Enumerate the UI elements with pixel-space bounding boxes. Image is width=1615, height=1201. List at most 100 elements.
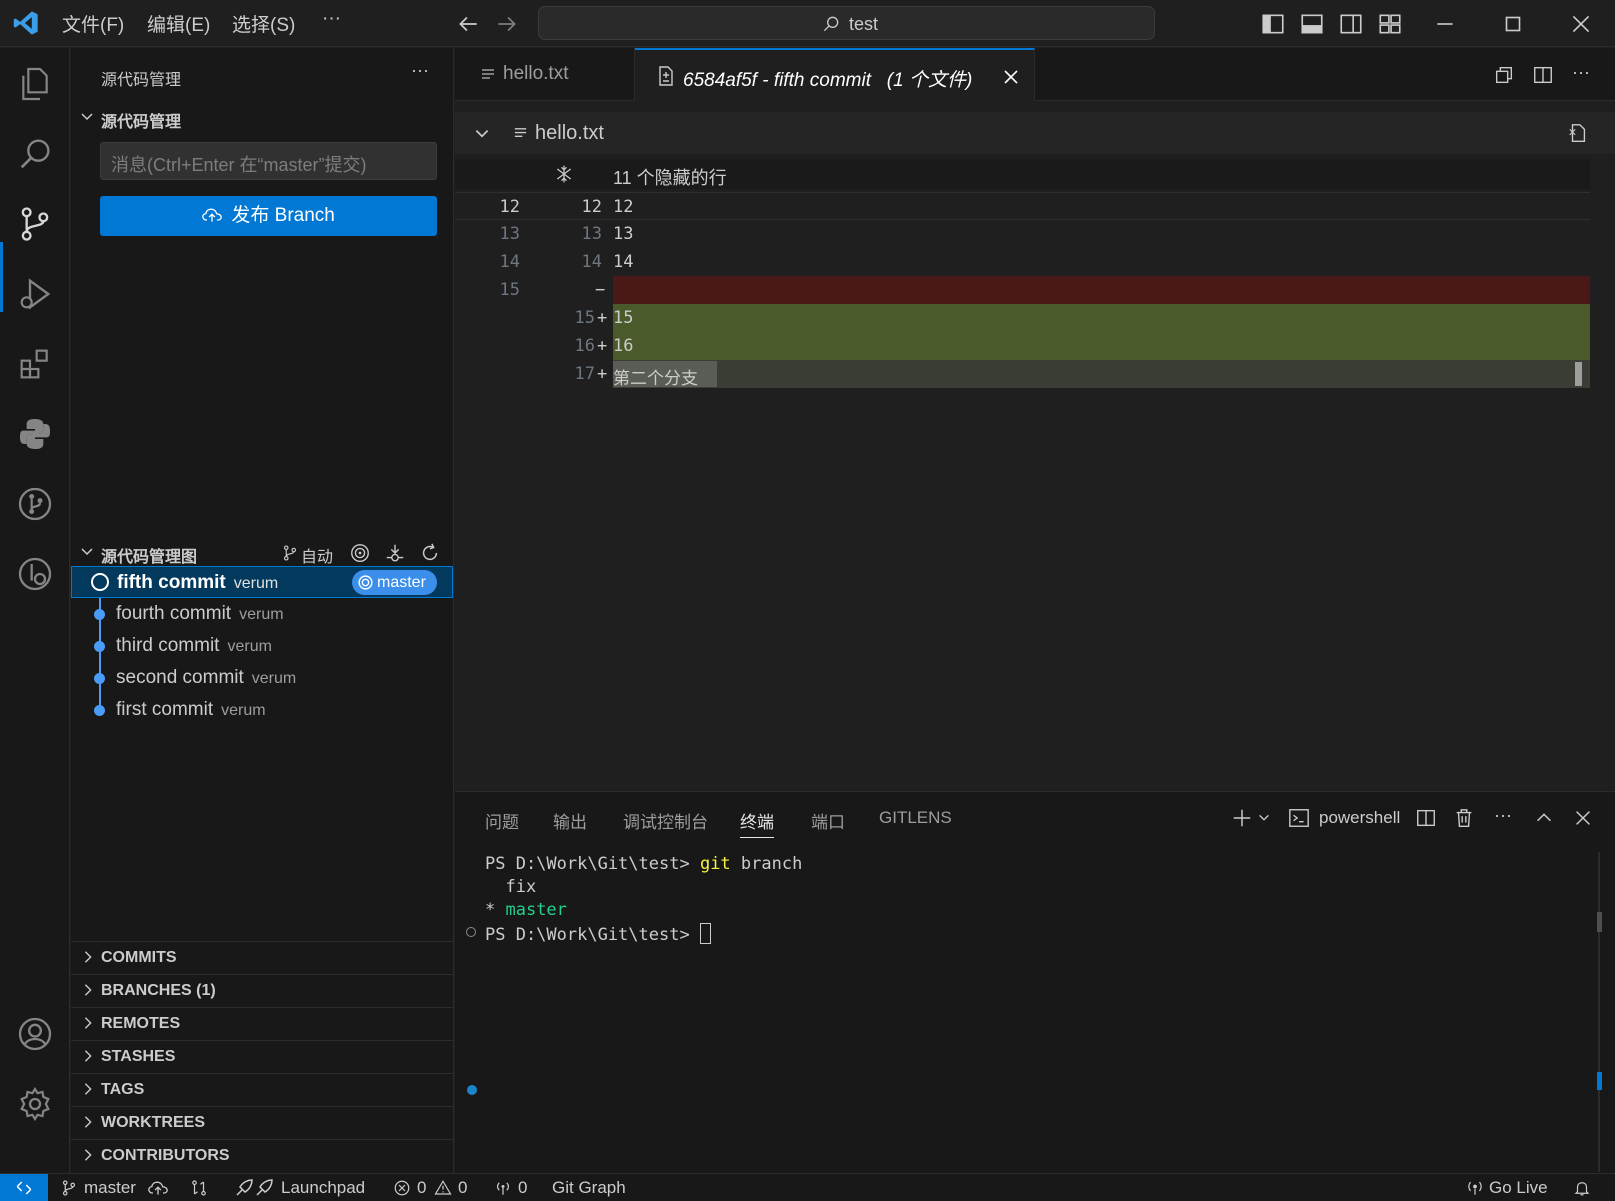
graph-auto-toggle[interactable]: 自动 bbox=[301, 543, 333, 567]
toggle-panel-icon[interactable] bbox=[1299, 11, 1325, 37]
unfold-icon bbox=[556, 165, 572, 183]
back-arrow-icon[interactable] bbox=[455, 11, 481, 37]
added-line-highlight bbox=[613, 332, 1590, 360]
line-number-left: 14 bbox=[499, 252, 520, 272]
gitlens-section-branches[interactable]: BRANCHES (1) bbox=[71, 974, 453, 1006]
graph-commit-row[interactable]: first commit verum bbox=[71, 694, 453, 726]
maximize-icon[interactable] bbox=[1500, 11, 1526, 37]
diff-file-header[interactable]: hello.txt bbox=[455, 112, 1615, 154]
status-git-graph[interactable]: Git Graph bbox=[552, 1178, 626, 1198]
graph-commit-row[interactable]: fourth commit verum bbox=[71, 598, 453, 630]
tab-hello-txt[interactable]: hello.txt bbox=[455, 48, 635, 101]
menu-more[interactable]: ··· bbox=[322, 8, 341, 30]
search-view-icon[interactable] bbox=[15, 134, 55, 174]
tab-terminal[interactable]: 终端 bbox=[740, 808, 774, 838]
gitlens-section-commits[interactable]: COMMITS bbox=[71, 941, 453, 973]
gitlens-section-remotes[interactable]: REMOTES bbox=[71, 1007, 453, 1039]
status-go-live[interactable]: Go Live bbox=[1489, 1178, 1548, 1198]
target-icon bbox=[358, 575, 373, 590]
gitlens-icon[interactable] bbox=[15, 554, 55, 594]
close-window-icon[interactable] bbox=[1568, 11, 1594, 37]
tab-ports[interactable]: 端口 bbox=[811, 808, 845, 833]
customize-layout-icon[interactable] bbox=[1377, 11, 1403, 37]
gitlens-section-stashes[interactable]: STASHES bbox=[71, 1040, 453, 1072]
menu-edit[interactable]: 编辑(E) bbox=[147, 10, 210, 37]
tab-debug-console[interactable]: 调试控制台 bbox=[623, 808, 708, 833]
forward-arrow-icon[interactable] bbox=[494, 11, 520, 37]
tab-gitlens[interactable]: GITLENS bbox=[879, 808, 952, 828]
gitlens-section-worktrees[interactable]: WORKTREES bbox=[71, 1106, 453, 1138]
chevron-down-icon bbox=[81, 113, 93, 121]
panel-more-actions-icon[interactable]: ··· bbox=[1494, 805, 1512, 826]
split-terminal-icon[interactable] bbox=[1415, 807, 1437, 829]
editor-more-actions-icon[interactable]: ··· bbox=[1572, 62, 1590, 83]
graph-commit-row[interactable]: second commit verum bbox=[71, 662, 453, 694]
terminal-scrollbar-track[interactable] bbox=[1598, 852, 1600, 1172]
commit-author: verum bbox=[221, 702, 266, 719]
graph-commit-row[interactable]: third commit verum bbox=[71, 630, 453, 662]
status-launchpad[interactable]: Launchpad bbox=[281, 1178, 365, 1198]
toggle-secondary-sidebar-icon[interactable] bbox=[1338, 11, 1364, 37]
maximize-panel-icon[interactable] bbox=[1533, 807, 1555, 829]
line-sign: − bbox=[595, 280, 606, 300]
tab-output[interactable]: 输出 bbox=[553, 808, 587, 833]
explorer-icon[interactable] bbox=[15, 64, 55, 104]
run-debug-icon[interactable] bbox=[15, 274, 55, 314]
sidebar-more-actions-icon[interactable]: ··· bbox=[411, 60, 429, 81]
cloud-upload-icon[interactable] bbox=[148, 1179, 168, 1197]
accounts-icon[interactable] bbox=[15, 1014, 55, 1054]
git-compare-icon[interactable] bbox=[190, 1179, 208, 1197]
extensions-icon[interactable] bbox=[15, 344, 55, 384]
refresh-icon[interactable] bbox=[419, 542, 441, 564]
gitlens-section-contributors[interactable]: CONTRIBUTORS bbox=[71, 1139, 453, 1171]
status-errors[interactable]: 0 bbox=[417, 1178, 426, 1198]
scm-section-header[interactable]: 源代码管理 bbox=[71, 103, 453, 133]
open-changes-icon[interactable] bbox=[1493, 64, 1515, 86]
status-branch[interactable]: master bbox=[84, 1178, 136, 1198]
notifications-bell-icon[interactable] bbox=[1573, 1179, 1591, 1197]
commit-message: fourth commit bbox=[116, 603, 232, 624]
tab-commit-diff[interactable]: 6584af5f - fifth commit (1 个文件) bbox=[635, 48, 1035, 101]
terminal-scrollbar-thumb[interactable] bbox=[1597, 912, 1602, 932]
terminal-output-master: master bbox=[505, 900, 567, 920]
split-editor-icon[interactable] bbox=[1532, 64, 1554, 86]
commit-message-input[interactable]: 消息(Ctrl+Enter 在“master”提交) bbox=[100, 142, 437, 180]
fetch-icon[interactable] bbox=[384, 542, 406, 564]
target-icon[interactable] bbox=[349, 542, 371, 564]
terminal-prompt: PS D:\Work\Git\test> bbox=[485, 854, 690, 874]
graph-commit-row[interactable]: fifth commit verum master bbox=[71, 566, 453, 598]
menu-file[interactable]: 文件(F) bbox=[62, 10, 124, 37]
status-ports[interactable]: 0 bbox=[518, 1178, 527, 1198]
trash-icon[interactable] bbox=[1453, 807, 1475, 829]
open-file-icon[interactable] bbox=[1567, 122, 1589, 144]
text-file-icon bbox=[482, 69, 494, 79]
menu-selection[interactable]: 选择(S) bbox=[232, 10, 295, 37]
commit-author: verum bbox=[239, 606, 284, 623]
command-center-search[interactable]: test bbox=[538, 6, 1155, 40]
tab-problems[interactable]: 问题 bbox=[485, 808, 519, 833]
line-sign: + bbox=[597, 336, 608, 356]
chevron-right-icon bbox=[84, 1083, 92, 1095]
command-decoration[interactable] bbox=[466, 927, 476, 937]
gitlens-section-tags[interactable]: TAGS bbox=[71, 1073, 453, 1105]
toggle-primary-sidebar-icon[interactable] bbox=[1260, 11, 1286, 37]
minimize-icon[interactable] bbox=[1432, 11, 1458, 37]
graph-section-header[interactable]: 源代码管理图 自动 bbox=[71, 538, 453, 568]
remote-indicator[interactable] bbox=[0, 1174, 48, 1201]
publish-branch-button[interactable]: 发布 Branch bbox=[100, 196, 437, 236]
new-terminal-icon[interactable] bbox=[1231, 807, 1253, 829]
python-icon[interactable] bbox=[15, 414, 55, 454]
settings-gear-icon[interactable] bbox=[15, 1084, 55, 1124]
close-tab-icon[interactable] bbox=[1003, 69, 1019, 85]
status-warnings[interactable]: 0 bbox=[458, 1178, 467, 1198]
chevron-down-icon[interactable] bbox=[1257, 811, 1271, 825]
terminal-shell-name[interactable]: powershell bbox=[1319, 808, 1400, 828]
source-control-icon[interactable] bbox=[15, 204, 55, 244]
hidden-lines-label: 11 个隐藏的行 bbox=[613, 168, 727, 188]
close-panel-icon[interactable] bbox=[1572, 807, 1594, 829]
line-number-right: 13 bbox=[581, 224, 602, 244]
commit-message-placeholder: 消息(Ctrl+Enter 在“master”提交) bbox=[111, 155, 367, 175]
terminal-line[interactable]: PS D:\Work\Git\test> bbox=[485, 923, 711, 945]
git-graph-icon[interactable] bbox=[15, 484, 55, 524]
hidden-lines-row[interactable]: 11 个隐藏的行 bbox=[455, 159, 1590, 189]
